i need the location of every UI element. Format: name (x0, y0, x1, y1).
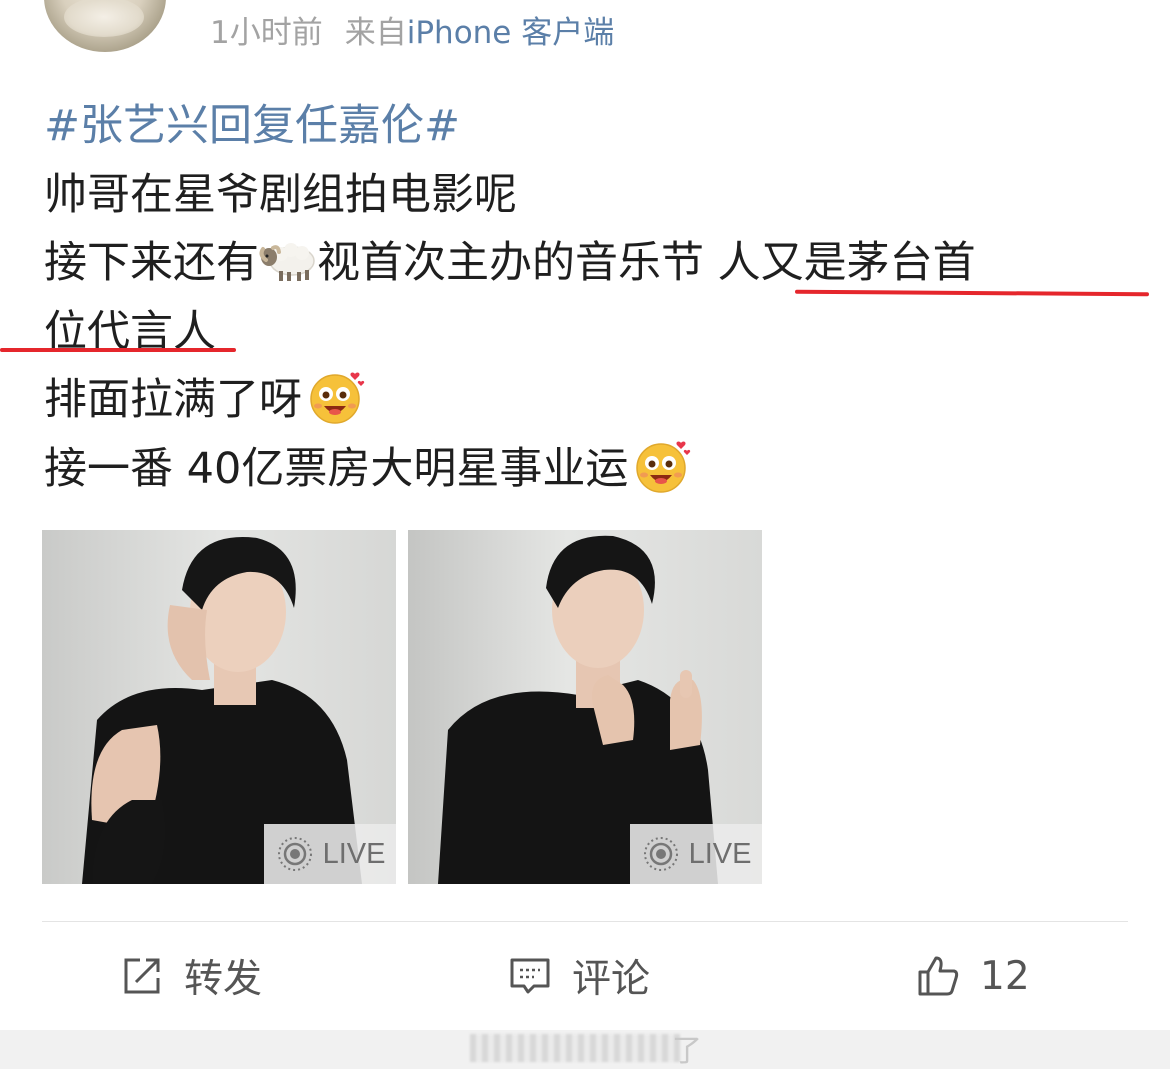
post-line: 帅哥在星爷剧组拍电影呢 (44, 169, 517, 220)
excited-face-emoji (634, 437, 692, 495)
source-prefix: 来自 (344, 15, 407, 51)
live-icon (643, 837, 678, 871)
post-line: 接下来还有 视首次主办的音乐节 人又是茅台首 (44, 229, 1144, 298)
repost-button[interactable]: 转发 (120, 946, 262, 1006)
comment-button[interactable]: 评论 (508, 946, 650, 1006)
user-avatar[interactable] (44, 0, 166, 52)
post-time: 1小时前 (210, 15, 323, 51)
blurred-text (470, 1034, 680, 1062)
photo-thumbnail[interactable]: LIVE (408, 530, 762, 884)
comment-label: 评论 (572, 957, 651, 1002)
source-client-link[interactable]: iPhone 客户端 (407, 15, 615, 51)
post-line: 接一番 40亿票房大明星事业运 (44, 435, 1144, 504)
live-photo-badge: LIVE (630, 824, 762, 884)
repost-label: 转发 (184, 957, 263, 1002)
repost-icon (124, 958, 160, 994)
like-count: 12 (980, 953, 1030, 999)
photo-thumbnail[interactable]: LIVE (42, 530, 396, 884)
hashtag-link[interactable]: #张艺兴回复任嘉伦# (44, 101, 460, 151)
comment-icon (510, 958, 550, 994)
excited-face-emoji (308, 368, 366, 426)
highlight-underline (0, 348, 236, 352)
sheep-emoji (259, 235, 317, 281)
bottom-partial-text: 了 (672, 1034, 702, 1069)
post-line: 排面拉满了呀 (44, 366, 1144, 435)
post-line: 位代言人 (44, 306, 216, 357)
post-body: #张艺兴回复任嘉伦# 帅哥在星爷剧组拍电影呢 接下来还有 视首次主办的音乐节 人… (44, 92, 1144, 503)
bottom-bar: 了 (0, 1030, 1170, 1069)
thumbs-up-icon (918, 956, 959, 996)
live-photo-badge: LIVE (264, 824, 396, 884)
like-button[interactable]: 12 (916, 946, 1030, 1006)
live-icon (277, 837, 312, 871)
post-meta: 1小时前 来自iPhone 客户端 (210, 12, 614, 54)
divider (42, 921, 1128, 922)
